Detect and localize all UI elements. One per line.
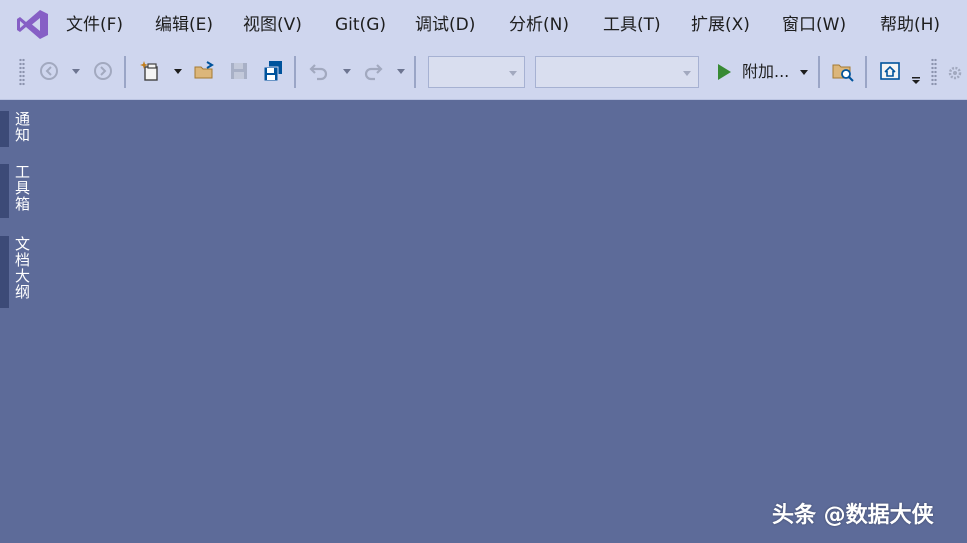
- find-in-files-icon[interactable]: [832, 60, 854, 82]
- start-play-icon: [718, 64, 731, 80]
- toolbar-separator: [294, 56, 296, 88]
- menu-window[interactable]: 窗口(W): [782, 13, 846, 37]
- visual-studio-logo-icon[interactable]: [16, 9, 49, 40]
- menu-extensions[interactable]: 扩展(X): [691, 13, 750, 37]
- menu-debug[interactable]: 调试(D): [415, 13, 475, 37]
- solution-configuration-dropdown[interactable]: [428, 56, 525, 88]
- editor-workspace: [40, 101, 967, 543]
- back-dropdown-icon[interactable]: [71, 66, 81, 76]
- undo-dropdown-icon[interactable]: [342, 66, 352, 76]
- chevron-down-icon: [683, 71, 691, 76]
- attach-button-label: 附加...: [742, 62, 790, 81]
- menu-git[interactable]: Git(G): [335, 13, 386, 37]
- menu-help[interactable]: 帮助(H): [880, 13, 940, 37]
- redo-icon[interactable]: [362, 60, 384, 82]
- menu-file[interactable]: 文件(F): [66, 13, 123, 37]
- toolbar-grip[interactable]: [19, 58, 25, 86]
- menu-view[interactable]: 视图(V): [243, 13, 302, 37]
- save-icon[interactable]: [228, 60, 250, 82]
- side-tab-document-outline-label[interactable]: 文档大纲: [12, 236, 33, 300]
- toolbar-grip[interactable]: [931, 58, 937, 86]
- standard-toolbar: 附加...: [0, 50, 967, 100]
- side-tab-document-outline[interactable]: [0, 236, 9, 308]
- gear-icon[interactable]: [946, 64, 964, 82]
- side-tab-notifications[interactable]: [0, 111, 9, 147]
- toolbar-separator: [414, 56, 416, 88]
- solution-platform-dropdown[interactable]: [535, 56, 699, 88]
- open-folder-icon[interactable]: [193, 60, 215, 82]
- attach-button[interactable]: 附加...: [712, 58, 814, 86]
- undo-icon[interactable]: [308, 60, 330, 82]
- chevron-down-icon: [509, 71, 517, 76]
- toolbar-overflow-icon[interactable]: [910, 74, 922, 86]
- navigate-back-icon[interactable]: [38, 60, 60, 82]
- visual-studio-window: 文件(F) 编辑(E) 视图(V) Git(G) 调试(D) 分析(N) 工具(…: [0, 0, 967, 543]
- toolbar-separator: [865, 56, 867, 88]
- menu-tools[interactable]: 工具(T): [603, 13, 661, 37]
- menu-bar: 文件(F) 编辑(E) 视图(V) Git(G) 调试(D) 分析(N) 工具(…: [0, 0, 967, 50]
- new-project-dropdown-icon[interactable]: [173, 66, 183, 76]
- menu-analyze[interactable]: 分析(N): [509, 13, 569, 37]
- new-project-icon[interactable]: [140, 60, 162, 82]
- side-tab-toolbox[interactable]: [0, 164, 9, 218]
- side-tab-toolbox-label[interactable]: 工具箱: [12, 164, 33, 212]
- toolbar-separator: [124, 56, 126, 88]
- side-tab-notifications-label[interactable]: 通知: [12, 111, 33, 143]
- watermark-text: 头条 @数据大侠: [772, 503, 934, 528]
- redo-dropdown-icon[interactable]: [396, 66, 406, 76]
- save-all-icon[interactable]: [262, 60, 284, 82]
- toolbar-separator: [818, 56, 820, 88]
- navigate-forward-icon[interactable]: [92, 60, 114, 82]
- attach-dropdown-icon[interactable]: [799, 67, 809, 77]
- home-icon[interactable]: [879, 60, 901, 82]
- menu-edit[interactable]: 编辑(E): [155, 13, 213, 37]
